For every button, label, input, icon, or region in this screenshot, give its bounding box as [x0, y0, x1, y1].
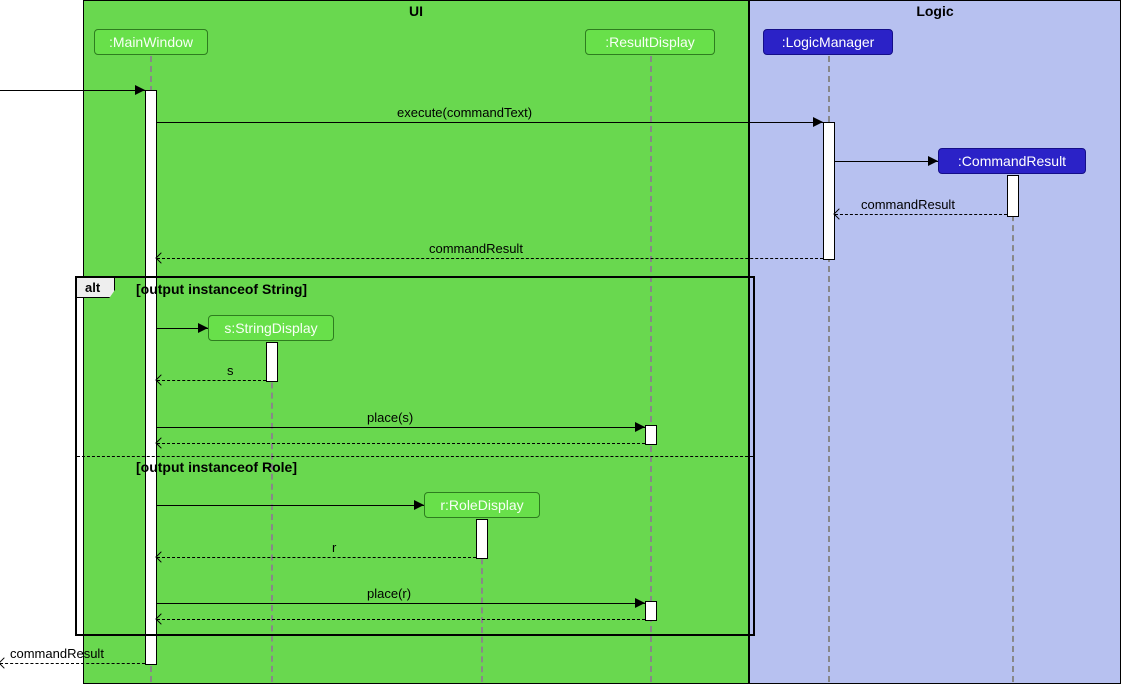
- message-r-return-label: r: [332, 540, 336, 555]
- message-commandresult-return1-label: commandResult: [861, 197, 955, 212]
- activation-commandresult: [1007, 175, 1019, 217]
- package-logic: Logic: [749, 0, 1121, 684]
- participant-mainwindow: :MainWindow: [94, 29, 208, 55]
- message-commandresult-return2-label: commandResult: [429, 241, 523, 256]
- message-commandresult-out-label: commandResult: [10, 646, 104, 661]
- message-execute-label: execute(commandText): [397, 105, 532, 120]
- participant-commandresult: :CommandResult: [938, 148, 1086, 174]
- package-ui-label: UI: [409, 3, 423, 19]
- frame-alt-separator: [77, 456, 753, 457]
- guard-string: [output instanceof String]: [136, 281, 307, 297]
- frame-alt: alt: [75, 276, 755, 636]
- message-place-s-label: place(s): [367, 410, 413, 425]
- participant-resultdisplay-label: :ResultDisplay: [605, 34, 694, 50]
- participant-resultdisplay: :ResultDisplay: [585, 29, 715, 55]
- participant-mainwindow-label: :MainWindow: [109, 34, 193, 50]
- activation-logicmanager: [823, 122, 835, 260]
- lifeline-commandresult: [1012, 175, 1014, 682]
- participant-logicmanager: :LogicManager: [763, 29, 893, 55]
- participant-logicmanager-label: :LogicManager: [782, 34, 875, 50]
- participant-commandresult-label: :CommandResult: [958, 153, 1066, 169]
- message-s-return-label: s: [227, 363, 234, 378]
- frame-alt-label: alt: [76, 277, 115, 298]
- guard-role: [output instanceof Role]: [136, 459, 297, 475]
- message-place-r-label: place(r): [367, 586, 411, 601]
- package-logic-label: Logic: [916, 3, 953, 19]
